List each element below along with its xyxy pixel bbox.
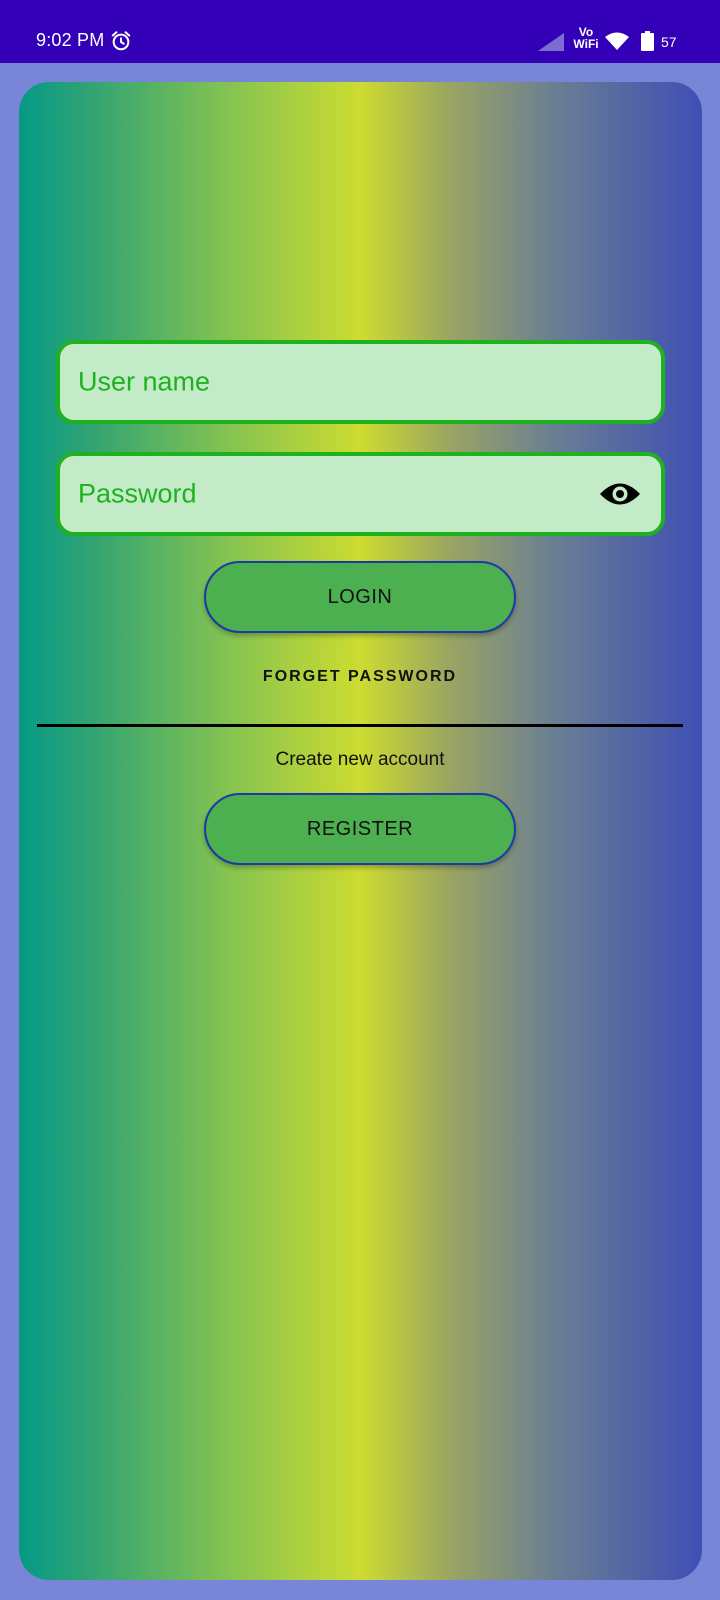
divider <box>37 724 683 727</box>
create-account-text: Create new account <box>275 749 445 770</box>
status-bar: 9:02 PM Vo WiFi 57 <box>0 0 720 63</box>
battery-icon <box>641 31 654 51</box>
forget-password-link[interactable]: FORGET PASSWORD <box>0 668 720 686</box>
password-placeholder: Password <box>78 478 197 509</box>
status-time: 9:02 PM <box>36 30 105 50</box>
password-input[interactable]: Password <box>56 452 665 536</box>
vowifi-line-2: WiFi <box>573 37 599 51</box>
signal-icon <box>538 33 564 51</box>
register-button[interactable]: REGISTER <box>204 793 516 865</box>
eye-icon[interactable] <box>599 479 641 509</box>
vowifi-indicator: Vo WiFi <box>570 26 602 50</box>
username-placeholder: User name <box>78 366 211 397</box>
alarm-icon <box>111 31 131 51</box>
username-input[interactable]: User name <box>56 340 665 424</box>
battery-percentage: 57 <box>661 34 677 50</box>
login-button[interactable]: LOGIN <box>204 561 516 633</box>
wifi-icon <box>605 32 629 50</box>
